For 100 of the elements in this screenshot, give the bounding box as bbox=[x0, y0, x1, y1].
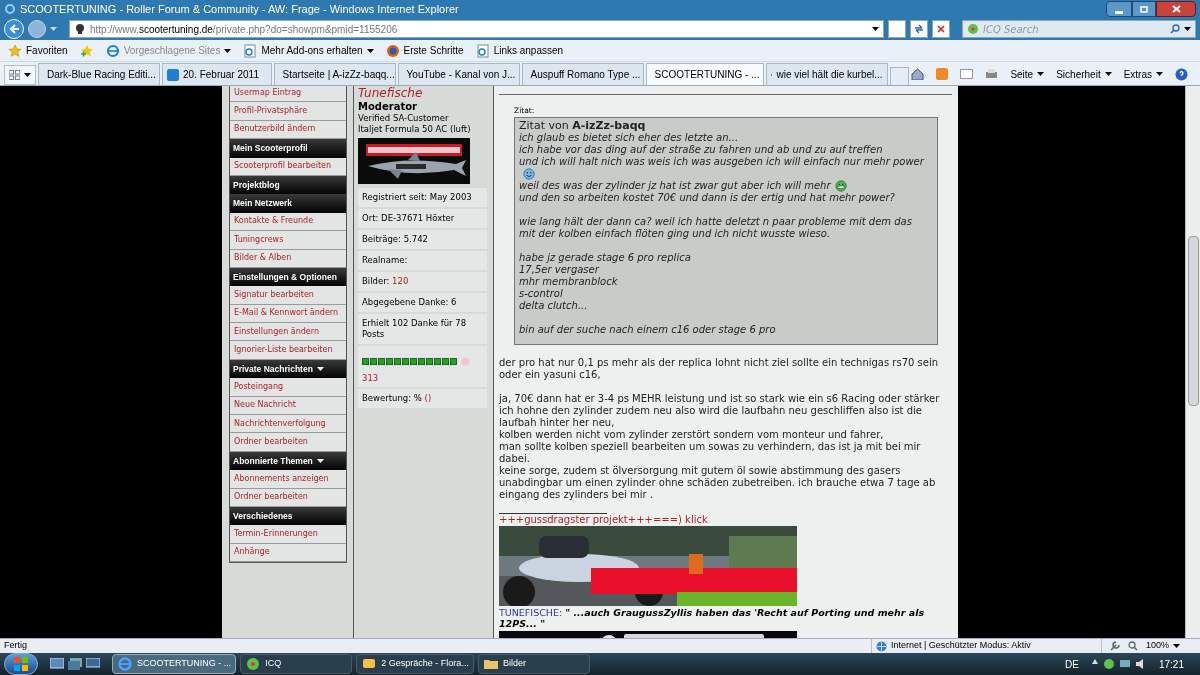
quote-line: bin auf der suche nach einem c16 oder stage 6 pro bbox=[519, 324, 777, 337]
wrench-icon bbox=[1109, 641, 1120, 651]
clock[interactable]: 17:21 bbox=[1158, 656, 1196, 672]
language-indicator[interactable]: DE bbox=[1065, 656, 1079, 672]
caret-icon bbox=[366, 48, 374, 53]
quick-tabs-button[interactable] bbox=[4, 65, 36, 85]
taskbar-button[interactable]: ICQ bbox=[240, 654, 353, 674]
caret-icon bbox=[24, 73, 31, 77]
menu-header[interactable]: Mein Netzwerk bbox=[230, 194, 346, 213]
stop-button[interactable] bbox=[932, 20, 950, 38]
menu-link[interactable]: Usermap Eintrag bbox=[230, 86, 346, 103]
back-arrow-icon bbox=[9, 24, 19, 34]
globe-icon bbox=[875, 640, 887, 652]
signature-link[interactable]: +++gussdragster projekt+++===) klick bbox=[499, 514, 954, 527]
search-icon bbox=[1170, 24, 1180, 34]
taskbar-button[interactable]: SCOOTERTUNING - ... bbox=[112, 654, 237, 674]
desktop-icon[interactable] bbox=[50, 658, 64, 670]
info-row: Bilder: 120 bbox=[358, 272, 487, 291]
browser-tab[interactable]: Startseite | A-izZz-baqq... bbox=[273, 63, 396, 85]
caret-icon bbox=[50, 27, 57, 31]
info-row: Beiträge: 5.742 bbox=[358, 230, 487, 249]
close-icon bbox=[1171, 5, 1181, 13]
back-button[interactable] bbox=[4, 19, 24, 39]
menu-link[interactable]: Einstellungen ändern bbox=[230, 323, 346, 342]
menu-link[interactable]: Nachrichtenverfolgung bbox=[230, 415, 346, 434]
search-field[interactable]: ICQ Search bbox=[983, 21, 1166, 37]
security-zone: Internet | Geschützter Modus: Aktiv bbox=[890, 639, 1031, 653]
command-menu[interactable]: Seite bbox=[1010, 66, 1045, 82]
refresh-button[interactable] bbox=[910, 20, 928, 38]
grid-icon bbox=[9, 70, 20, 80]
home-icon[interactable] bbox=[911, 68, 925, 80]
scrollbar[interactable] bbox=[1185, 86, 1200, 638]
printer-icon[interactable] bbox=[985, 68, 999, 80]
post-text: ja, 70€ dann hat er 3-4 ps MEHR leistung und ist so stark wie ein s6 Racing oder stärker bbox=[499, 393, 941, 406]
minimize-button[interactable] bbox=[1106, 1, 1132, 17]
quote-line: weil des was der zylinder jz hat ist zwar gut aber ich will mehr bbox=[519, 180, 831, 193]
favorites-link[interactable]: Links anpassen bbox=[475, 43, 564, 58]
info-row: Registriert seit: May 2003 bbox=[358, 188, 487, 207]
reputation-points: 313 bbox=[362, 373, 380, 384]
window-switch-icon[interactable] bbox=[68, 658, 82, 670]
quote-line: 17,5er vergaser bbox=[519, 264, 601, 277]
close-button[interactable] bbox=[1156, 1, 1196, 17]
browser-tab[interactable]: 20. Februar 2011 bbox=[162, 63, 272, 85]
menu-link[interactable]: Signatur bearbeiten bbox=[230, 286, 346, 305]
taskbar-button[interactable]: 2 Gespräche - Flora... bbox=[356, 654, 474, 674]
menu-link[interactable]: Abonnements anzeigen bbox=[230, 470, 346, 489]
menu-link[interactable]: Tuningcrews bbox=[230, 231, 346, 250]
menu-link[interactable]: Termin-Erinnerungen bbox=[230, 525, 346, 544]
post-text: der pro hat nur 0,1 ps mehr als der replica lohnt nicht ziel sollte ein technigas rs70 sein oder ein yasuni c16, bbox=[499, 357, 940, 382]
scrollbar-thumb[interactable] bbox=[1187, 236, 1199, 406]
smiley-icon bbox=[523, 168, 535, 181]
refresh-icon bbox=[914, 24, 924, 34]
quote-line: mhr membranblock bbox=[519, 276, 619, 289]
menu-link[interactable]: Profil-Privatsphäre bbox=[230, 102, 346, 121]
command-menu[interactable]: Extras bbox=[1123, 66, 1163, 82]
user-title: Verified SA-Customer bbox=[358, 113, 450, 124]
address-field[interactable]: http://www.scootertuning.de/private.php?do=showpm&pmid=1155206 bbox=[69, 20, 884, 38]
info-row: Realname: bbox=[358, 251, 487, 270]
start-button[interactable] bbox=[4, 653, 38, 675]
window-title: SCOOTERTUNING - Roller Forum & Community - AW: Frage - Windows Internet Explorer bbox=[20, 1, 460, 17]
network-icon[interactable] bbox=[1118, 658, 1131, 670]
favorites-link[interactable]: Favoriten bbox=[8, 43, 68, 58]
caret-icon bbox=[1184, 27, 1191, 31]
mail-icon[interactable] bbox=[960, 69, 974, 79]
forward-button[interactable] bbox=[28, 20, 46, 38]
magnifier-icon bbox=[1127, 641, 1138, 651]
maximize-icon bbox=[1140, 5, 1148, 13]
zoom-button[interactable]: 100% bbox=[1145, 639, 1180, 653]
favorites-link[interactable]: Mehr Add-ons erhalten bbox=[243, 43, 374, 58]
help-icon[interactable] bbox=[1175, 67, 1188, 81]
rating-link[interactable]: () bbox=[424, 393, 432, 403]
browser-tab[interactable]: wie viel hält die kurbel... bbox=[765, 63, 888, 85]
browser-tab[interactable]: Auspuff Romano Type ... bbox=[521, 63, 644, 85]
caret-icon bbox=[1037, 72, 1045, 76]
caret-icon bbox=[316, 367, 324, 372]
browser-tab[interactable]: YouTube - Kanal von J... bbox=[397, 63, 520, 85]
signature-quote: TUNEFISCHE: " ...auch GraugussZyllis haben das 'Recht auf Porting und mehr als 12PS... " bbox=[499, 607, 926, 630]
menu-header[interactable]: Mein Scooterprofil bbox=[230, 139, 346, 158]
menu-link[interactable]: Ordner bearbeiten bbox=[230, 433, 346, 452]
menu-link[interactable]: Ignorier-Liste bearbeiten bbox=[230, 341, 346, 360]
taskbar-button[interactable]: Bilder bbox=[477, 654, 590, 674]
monitor-icon[interactable] bbox=[86, 658, 100, 670]
command-menu[interactable]: Sicherheit bbox=[1056, 66, 1112, 82]
quote-line: habe jz gerade stage 6 pro replica bbox=[519, 252, 692, 265]
quote-line: ich glaub es bietet sich eher des letzte an... bbox=[519, 132, 740, 145]
browser-tab[interactable]: SCOOTERTUNING - ... bbox=[645, 63, 764, 85]
quote-line: und den so arbeiten kostet 70€ und dann is der ertig und hat mehr power? bbox=[519, 192, 896, 205]
favorites-link[interactable]: Erste Schritte bbox=[385, 43, 464, 58]
quote-line: delta clutch... bbox=[519, 300, 589, 313]
maximize-button[interactable] bbox=[1132, 1, 1156, 17]
search-box[interactable]: ICQ Search bbox=[962, 20, 1196, 38]
browser-tab[interactable]: Dark-Blue Racing Editi... bbox=[38, 63, 160, 85]
close-icon bbox=[937, 25, 945, 33]
menu-link[interactable]: Posteingang bbox=[230, 378, 346, 397]
count-link[interactable]: 120 bbox=[392, 276, 409, 286]
info-row: Ort: DE-37671 Höxter bbox=[358, 209, 487, 228]
caret-icon bbox=[872, 27, 879, 31]
quote-line: s-control bbox=[519, 288, 564, 301]
quote-line: und ich will halt nich was weis ich was ausgeben ich will einfach nur mehr power bbox=[519, 156, 926, 169]
star-icon bbox=[8, 43, 22, 58]
